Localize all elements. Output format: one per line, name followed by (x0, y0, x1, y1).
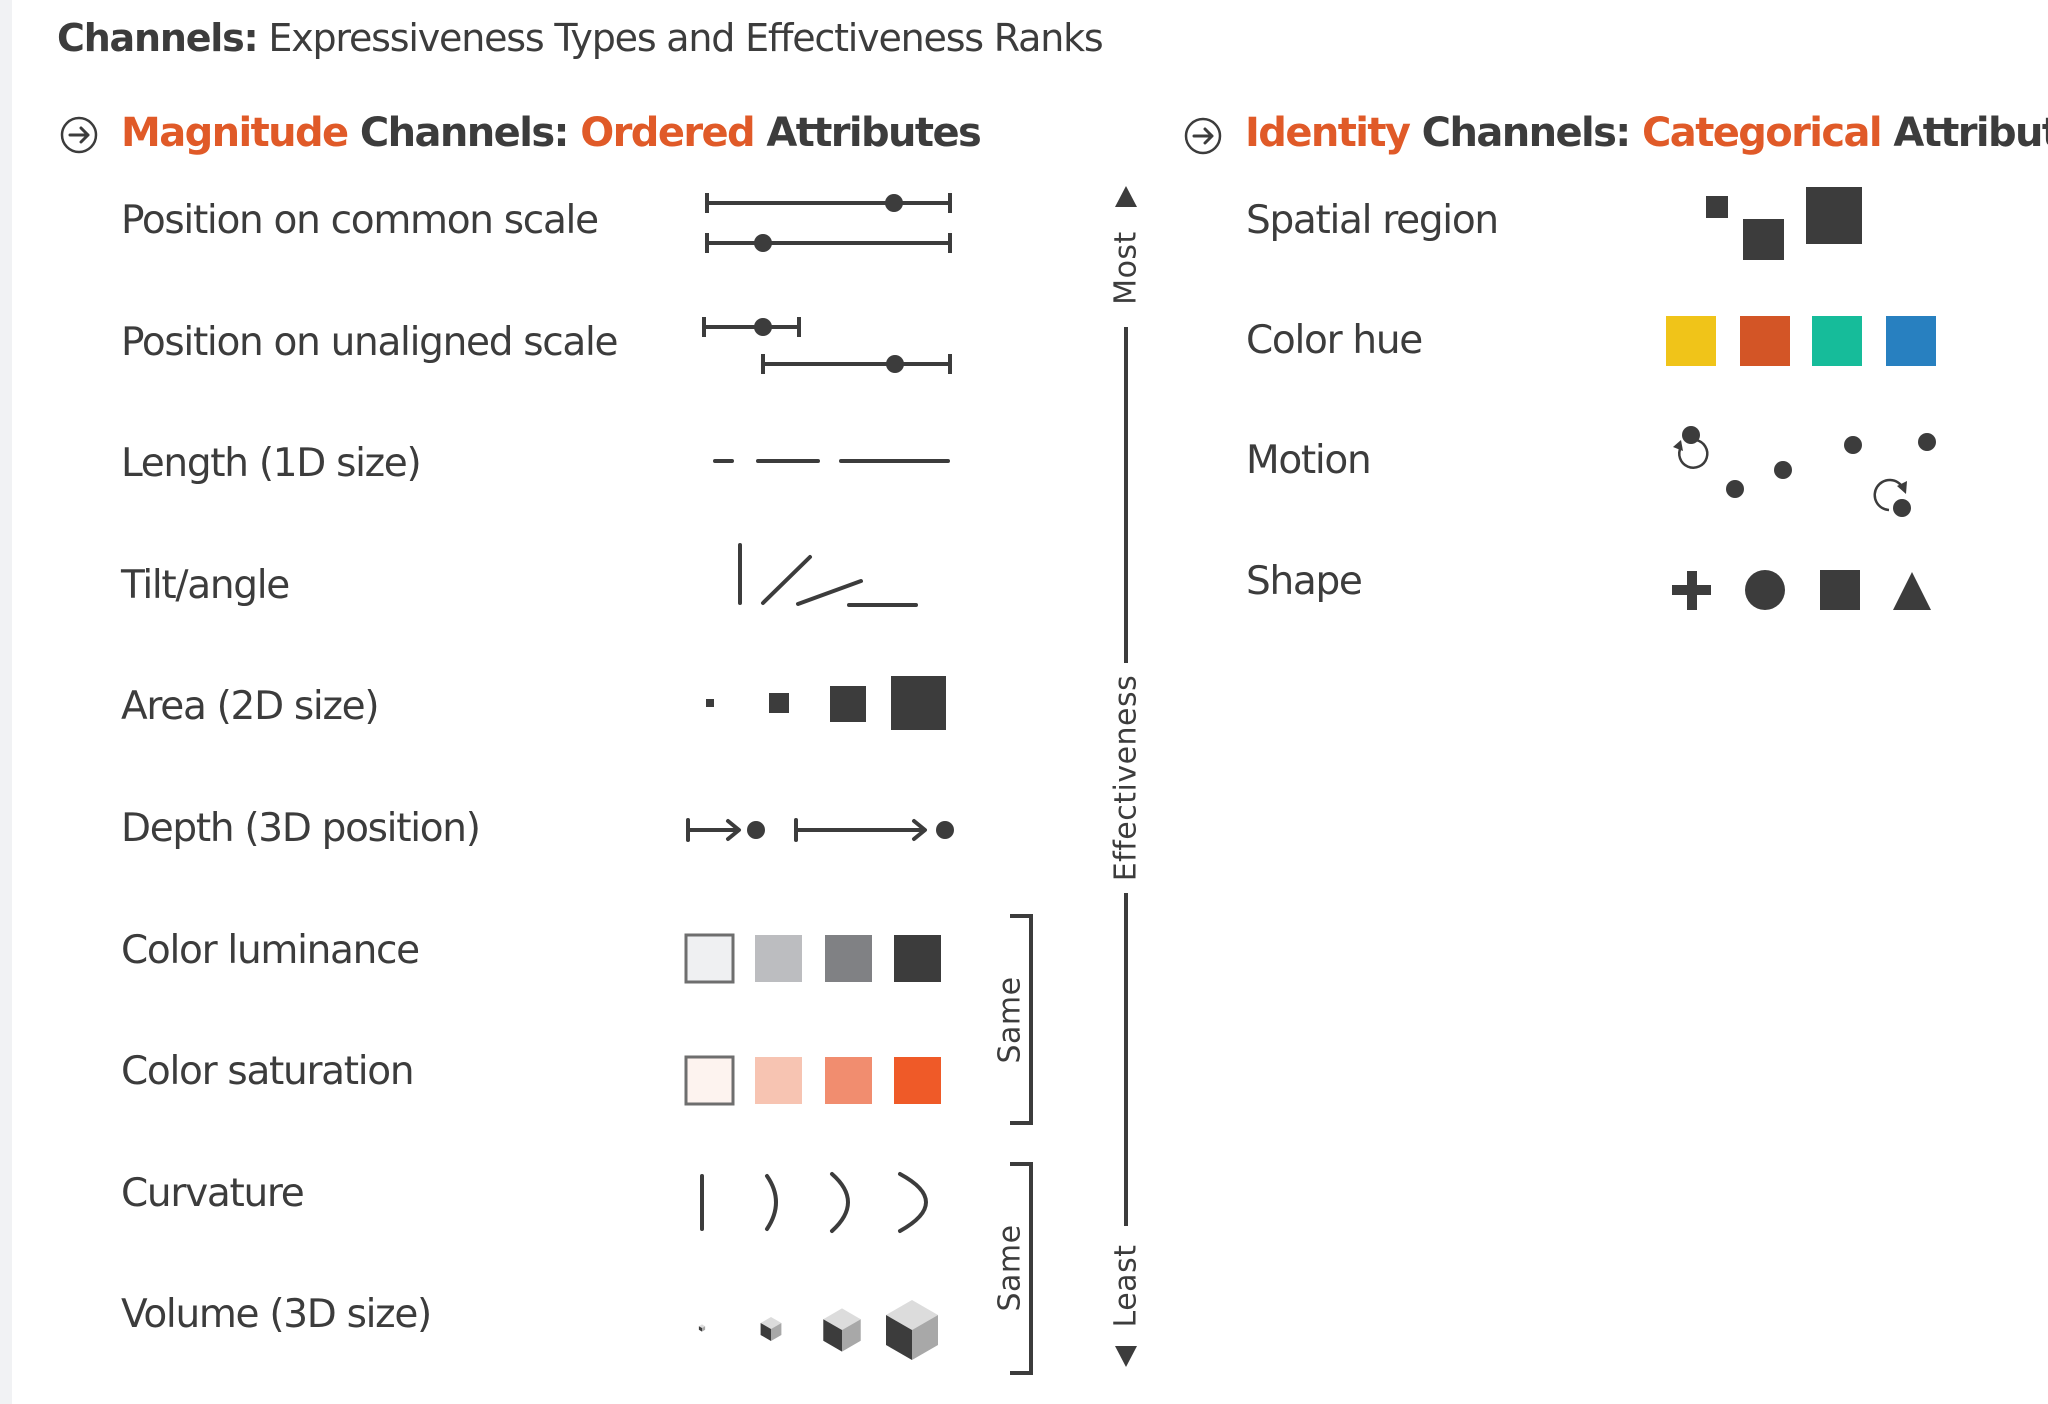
triangle-shape-icon (1893, 572, 1931, 610)
magnitude-row-label: Position on unaligned scale (121, 320, 619, 365)
magnitude-row-label: Tilt/angle (121, 563, 290, 608)
hue-swatch (1666, 316, 1716, 366)
magnitude-row-label: Color luminance (121, 928, 420, 973)
color-saturation-glyph (684, 1055, 941, 1106)
heading-text: Channels: (347, 110, 581, 156)
up-arrow-icon (1115, 186, 1137, 207)
heading-text: Attributes (1893, 110, 2048, 156)
position-unaligned-scale-glyph (702, 317, 952, 374)
cube-l (886, 1300, 938, 1360)
luminance-swatch (684, 933, 735, 984)
saturation-swatch (755, 1057, 802, 1104)
cube-xs (698, 1324, 706, 1332)
magnitude-arrow-circle-icon (60, 116, 98, 154)
identity-row-label: Motion (1246, 438, 1372, 483)
plus-shape-icon (1672, 571, 1711, 610)
axis-label-most: Most (1108, 231, 1144, 305)
curvature-glyph (700, 1172, 928, 1233)
tilt-angle-glyph (738, 543, 918, 607)
same-group-label: Same (992, 1224, 1028, 1312)
hue-swatch (1740, 316, 1790, 366)
position-common-scale-glyph (705, 193, 952, 253)
square-shape-icon (1820, 570, 1860, 610)
axis-label-effectiveness: Effectiveness (1108, 674, 1144, 882)
heading-accent: Identity (1245, 110, 1411, 156)
magnitude-heading: Magnitude Channels: Ordered Attributes (121, 110, 982, 156)
saturation-swatch (684, 1055, 735, 1106)
saturation-swatch (894, 1057, 941, 1104)
volume-glyph (698, 1300, 938, 1360)
magnitude-row-label: Volume (3D size) (121, 1292, 432, 1337)
down-arrow-icon (1115, 1346, 1137, 1367)
area-glyph (706, 676, 946, 730)
saturation-swatch (825, 1057, 872, 1104)
same-group-label: Same (992, 976, 1028, 1064)
identity-row-label: Shape (1246, 559, 1363, 604)
color-luminance-glyph (684, 933, 941, 984)
magnitude-row-label: Area (2D size) (121, 684, 380, 729)
circle-shape-icon (1745, 570, 1785, 610)
magnitude-row-label: Curvature (121, 1171, 305, 1216)
identity-row-label: Color hue (1246, 318, 1423, 363)
heading-accent: Ordered (580, 110, 755, 156)
color-hue-glyph (1666, 316, 1936, 366)
shape-glyph (1672, 570, 1931, 610)
heading-text: Attributes (754, 110, 981, 156)
magnitude-row-label: Position on common scale (121, 198, 599, 243)
identity-heading: Identity Channels: Categorical Attribute… (1245, 110, 2048, 156)
magnitude-row-label: Depth (3D position) (121, 806, 481, 851)
identity-arrow-circle-icon (1184, 117, 1222, 155)
cube-m (823, 1308, 861, 1352)
magnitude-row-label: Color saturation (121, 1049, 415, 1094)
hue-swatch (1812, 316, 1862, 366)
hue-swatch (1886, 316, 1936, 366)
heading-accent: Magnitude (121, 110, 349, 156)
identity-row-label: Spatial region (1246, 198, 1499, 243)
axis-label-least: Least (1108, 1244, 1144, 1328)
heading-text: Channels: (1409, 110, 1643, 156)
motion-glyph (1673, 426, 1936, 517)
magnitude-row-label: Length (1D size) (121, 441, 422, 486)
cube-s (760, 1317, 782, 1341)
luminance-swatch (825, 935, 872, 982)
depth-glyph (686, 818, 954, 842)
heading-accent: Categorical (1642, 110, 1883, 156)
luminance-swatch (894, 935, 941, 982)
luminance-swatch (755, 935, 802, 982)
spatial-region-glyph (1706, 187, 1862, 260)
